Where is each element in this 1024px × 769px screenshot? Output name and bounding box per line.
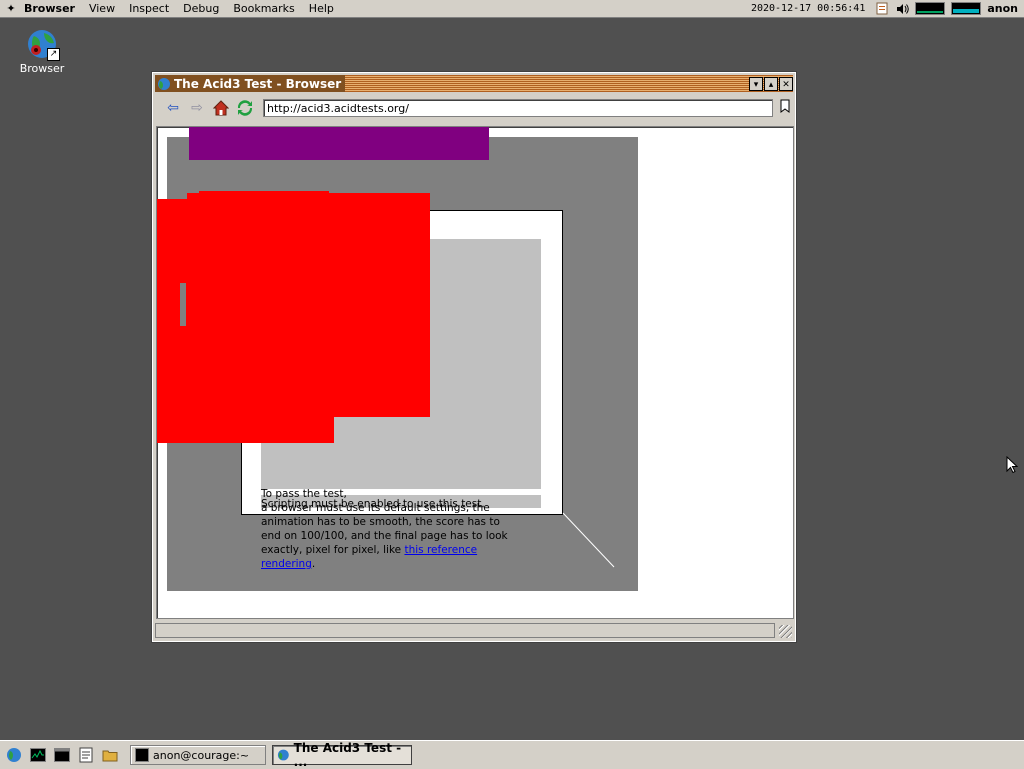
reload-icon [237,100,253,116]
top-menubar: ✦ Browser View Inspect Debug Bookmarks H… [0,0,1024,18]
desktop-icon-browser[interactable]: ↗ Browser [14,28,70,75]
menu-help[interactable]: Help [302,2,341,15]
home-icon [213,100,229,116]
close-button[interactable]: ✕ [779,76,793,91]
user-name[interactable]: anon [987,2,1024,15]
window-title: The Acid3 Test - Browser [155,75,346,92]
acid-red-block-wide [187,193,430,417]
window-titlebar[interactable]: The Acid3 Test - Browser ▾ ▴ ✕ [155,75,793,92]
terminal-icon [135,748,149,762]
terminal-icon[interactable] [52,745,72,765]
status-bar [155,623,775,638]
bookmark-icon [780,99,790,113]
browser-launcher-icon[interactable] [4,745,24,765]
window-title-text: The Acid3 Test - Browser [174,76,342,91]
clock[interactable]: 2020-12-17 00:56:41 [751,3,875,14]
browser-window: The Acid3 Test - Browser ▾ ▴ ✕ ⇦ ⇨ http:… [151,71,797,643]
system-menu-icon[interactable]: ✦ [0,2,22,15]
file-manager-icon[interactable] [100,745,120,765]
taskbar: anon@courage:~ The Acid3 Test - ... [0,740,1024,769]
system-monitor-icon[interactable] [28,745,48,765]
system-tray: 2020-12-17 00:56:41 anon [751,0,1024,17]
back-button[interactable]: ⇦ [163,98,183,118]
acid-red-block-top [199,191,329,201]
desktop-icon-label: Browser [19,62,65,75]
volume-icon[interactable] [895,2,909,15]
acid-diagonal-line [562,512,615,568]
resize-grip[interactable] [779,625,792,638]
memory-graph[interactable] [951,2,982,15]
reload-button[interactable] [235,98,255,118]
globe-icon [158,77,170,90]
task-browser-active[interactable]: The Acid3 Test - ... [272,741,412,769]
globe-icon: ↗ [26,28,60,61]
browser-toolbar: ⇦ ⇨ http://acid3.acidtests.org/ [155,95,793,121]
bookmark-button[interactable] [777,99,793,117]
shortcut-arrow-icon: ↗ [47,48,60,61]
menu-bookmarks[interactable]: Bookmarks [226,2,301,15]
home-button[interactable] [211,98,231,118]
acid-gray-sliver [180,283,186,326]
menu-app-browser[interactable]: Browser [22,2,82,15]
menu-debug[interactable]: Debug [176,2,226,15]
clipboard-icon[interactable] [875,2,889,15]
acid-paragraph-end: . [311,558,316,570]
menu-view[interactable]: View [82,2,122,15]
task-label: The Acid3 Test - ... [293,741,402,769]
mouse-cursor-icon [1006,456,1018,474]
text-editor-icon[interactable] [76,745,96,765]
task-label: anon@courage:~ [153,748,250,762]
forward-button[interactable]: ⇨ [187,98,207,118]
web-content-area[interactable]: To pass the test, Scripting must be enab… [156,126,794,619]
globe-icon [277,749,289,761]
acid-purple-bar [189,127,489,160]
window-controls: ▾ ▴ ✕ [749,76,793,91]
task-terminal[interactable]: anon@courage:~ [130,745,266,765]
menu-inspect[interactable]: Inspect [122,2,176,15]
maximize-button[interactable]: ▴ [764,76,778,91]
minimize-button[interactable]: ▾ [749,76,763,91]
acid-paragraph: a browser must use its default settings,… [261,501,513,571]
cpu-graph[interactable] [915,2,946,15]
url-input[interactable]: http://acid3.acidtests.org/ [263,99,773,117]
